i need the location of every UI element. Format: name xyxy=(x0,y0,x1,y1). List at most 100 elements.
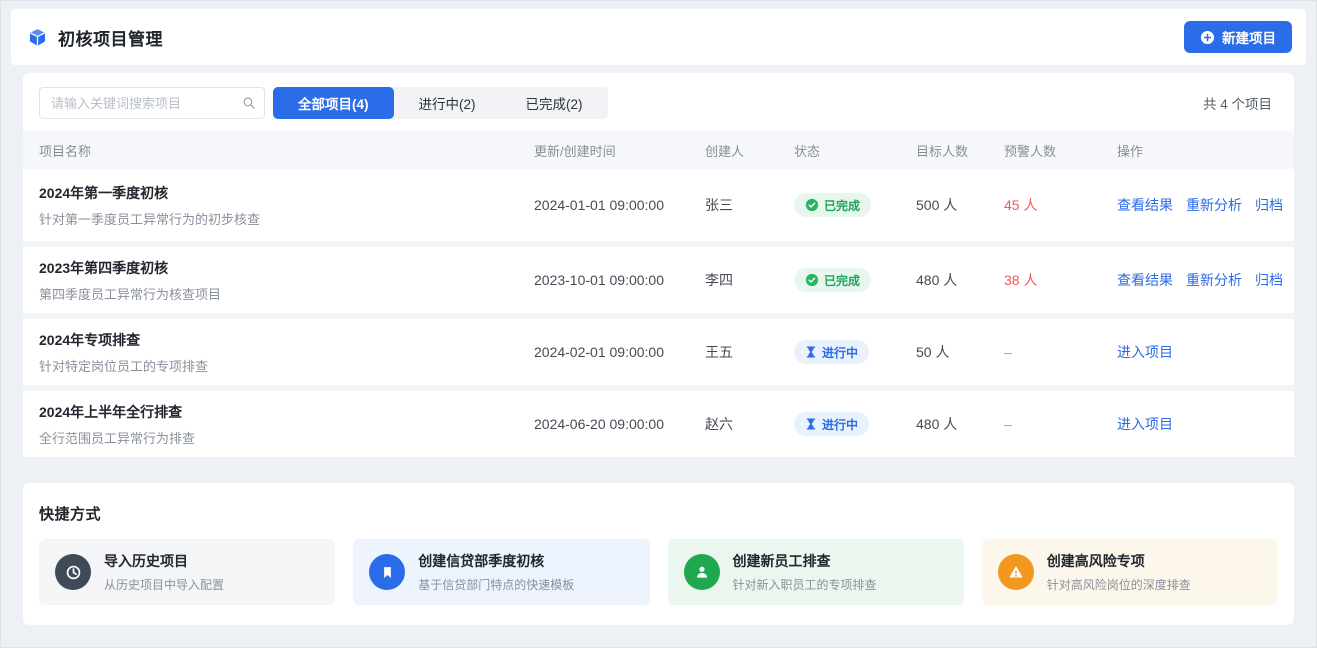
column-header: 更新/创建时间 xyxy=(534,141,705,160)
toolbar: 全部项目(4)进行中(2)已完成(2) 共 4 个项目 xyxy=(23,73,1294,131)
filter-tabs: 全部项目(4)进行中(2)已完成(2) xyxy=(273,87,608,119)
table-header: 项目名称更新/创建时间创建人状态目标人数预警人数操作 xyxy=(23,131,1294,169)
shortcut-text: 创建高风险专项针对高风险岗位的深度排查 xyxy=(1047,551,1191,593)
column-header: 创建人 xyxy=(705,141,794,160)
shortcut-text: 创建新员工排查针对新入职员工的专项排查 xyxy=(733,551,877,593)
table-row: 2024年第一季度初核针对第一季度员工异常行为的初步核查2024-01-01 0… xyxy=(23,169,1294,241)
status-badge: 进行中 xyxy=(794,412,869,436)
status-badge: 进行中 xyxy=(794,340,869,364)
action-link[interactable]: 重新分析 xyxy=(1186,195,1242,215)
project-list-card: 全部项目(4)进行中(2)已完成(2) 共 4 个项目 项目名称更新/创建时间创… xyxy=(23,73,1294,457)
topbar-left: 初核项目管理 xyxy=(25,25,163,50)
column-header: 目标人数 xyxy=(916,141,1004,160)
row-actions: 查看结果重新分析归档 xyxy=(1117,270,1294,290)
table-row: 2024年上半年全行排查全行范围员工异常行为排查2024-06-20 09:00… xyxy=(23,385,1294,457)
column-header: 项目名称 xyxy=(23,141,534,160)
shortcut-title: 导入历史项目 xyxy=(104,551,224,571)
project-desc: 全行范围员工异常行为排查 xyxy=(39,428,534,447)
warning-count: – xyxy=(1004,416,1117,432)
row-actions: 进入项目 xyxy=(1117,342,1294,362)
tab-all[interactable]: 全部项目(4) xyxy=(273,87,394,119)
project-status-cell: 已完成 xyxy=(794,268,916,292)
shortcut-title: 创建信贷部季度初核 xyxy=(418,551,574,571)
shortcut-card-credit-quarterly[interactable]: 创建信贷部季度初核基于信贷部门特点的快速模板 xyxy=(353,539,649,605)
app-logo-cube-icon xyxy=(25,25,49,49)
column-header: 操作 xyxy=(1117,141,1294,160)
status-label: 进行中 xyxy=(822,344,858,361)
project-status-cell: 进行中 xyxy=(794,412,916,436)
table-body: 2024年第一季度初核针对第一季度员工异常行为的初步核查2024-01-01 0… xyxy=(23,169,1294,457)
plus-circle-icon xyxy=(1200,30,1215,45)
shortcut-row: 导入历史项目从历史项目中导入配置创建信贷部季度初核基于信贷部门特点的快速模板创建… xyxy=(39,539,1278,605)
warning-icon xyxy=(998,554,1034,590)
search-box xyxy=(39,87,265,119)
warning-count: 38 人 xyxy=(1004,270,1117,290)
project-desc: 第四季度员工异常行为核查项目 xyxy=(39,284,534,303)
page-title: 初核项目管理 xyxy=(58,25,163,50)
project-creator: 张三 xyxy=(705,195,794,215)
shortcut-title: 创建高风险专项 xyxy=(1047,551,1191,571)
target-count: 500 人 xyxy=(916,195,1004,215)
project-name-cell: 2024年第一季度初核针对第一季度员工异常行为的初步核查 xyxy=(23,183,534,228)
target-count: 480 人 xyxy=(916,414,1004,434)
page: 初核项目管理 新建项目 全部项目(4 xyxy=(0,0,1317,648)
project-desc: 针对第一季度员工异常行为的初步核查 xyxy=(39,209,534,228)
project-time: 2023-10-01 09:00:00 xyxy=(534,272,705,288)
bookmark-icon xyxy=(369,554,405,590)
project-name-cell: 2023年第四季度初核第四季度员工异常行为核查项目 xyxy=(23,258,534,303)
status-badge: 已完成 xyxy=(794,193,871,217)
check-circle-icon xyxy=(805,198,819,212)
target-count: 50 人 xyxy=(916,342,1004,362)
status-label: 已完成 xyxy=(824,197,860,214)
action-link[interactable]: 查看结果 xyxy=(1117,195,1173,215)
new-project-button[interactable]: 新建项目 xyxy=(1184,21,1292,53)
topbar: 初核项目管理 新建项目 xyxy=(11,9,1306,65)
project-creator: 王五 xyxy=(705,342,794,362)
action-link[interactable]: 归档 xyxy=(1255,270,1283,290)
clock-icon xyxy=(55,554,91,590)
check-circle-icon xyxy=(805,273,819,287)
status-label: 已完成 xyxy=(824,272,860,289)
tab-in-progress[interactable]: 进行中(2) xyxy=(394,87,501,119)
project-creator: 赵六 xyxy=(705,414,794,434)
table-row: 2023年第四季度初核第四季度员工异常行为核查项目2023-10-01 09:0… xyxy=(23,241,1294,313)
shortcuts-card: 快捷方式 导入历史项目从历史项目中导入配置 创建信贷部季度初核基于信贷部门特点的快… xyxy=(23,483,1294,625)
action-link[interactable]: 重新分析 xyxy=(1186,270,1242,290)
project-time: 2024-01-01 09:00:00 xyxy=(534,197,705,213)
search-icon[interactable] xyxy=(242,96,256,110)
project-name: 2024年第一季度初核 xyxy=(39,183,534,203)
shortcut-card-new-employee[interactable]: 创建新员工排查针对新入职员工的专项排查 xyxy=(668,539,964,605)
project-name-cell: 2024年上半年全行排查全行范围员工异常行为排查 xyxy=(23,402,534,447)
shortcut-text: 导入历史项目从历史项目中导入配置 xyxy=(104,551,224,593)
tab-completed[interactable]: 已完成(2) xyxy=(501,87,608,119)
shortcut-title: 创建新员工排查 xyxy=(733,551,877,571)
shortcuts-title: 快捷方式 xyxy=(39,503,1278,524)
project-creator: 李四 xyxy=(705,270,794,290)
action-link[interactable]: 查看结果 xyxy=(1117,270,1173,290)
user-icon xyxy=(684,554,720,590)
action-link[interactable]: 归档 xyxy=(1255,195,1283,215)
project-status-cell: 已完成 xyxy=(794,193,916,217)
shortcut-desc: 针对新入职员工的专项排查 xyxy=(733,576,877,593)
project-status-cell: 进行中 xyxy=(794,340,916,364)
project-name: 2024年专项排查 xyxy=(39,330,534,350)
hourglass-icon xyxy=(805,346,817,358)
column-header: 预警人数 xyxy=(1004,141,1117,160)
shortcut-card-import-history[interactable]: 导入历史项目从历史项目中导入配置 xyxy=(39,539,335,605)
project-count: 共 4 个项目 xyxy=(1203,93,1276,113)
project-time: 2024-06-20 09:00:00 xyxy=(534,416,705,432)
row-actions: 进入项目 xyxy=(1117,414,1294,434)
project-name-cell: 2024年专项排查针对特定岗位员工的专项排查 xyxy=(23,330,534,375)
action-link[interactable]: 进入项目 xyxy=(1117,342,1173,362)
search-input[interactable] xyxy=(39,87,265,119)
shortcut-desc: 基于信贷部门特点的快速模板 xyxy=(418,576,574,593)
new-project-label: 新建项目 xyxy=(1222,27,1276,47)
project-time: 2024-02-01 09:00:00 xyxy=(534,344,705,360)
shortcut-desc: 针对高风险岗位的深度排查 xyxy=(1047,576,1191,593)
action-link[interactable]: 进入项目 xyxy=(1117,414,1173,434)
table-row: 2024年专项排查针对特定岗位员工的专项排查2024-02-01 09:00:0… xyxy=(23,313,1294,385)
warning-count: 45 人 xyxy=(1004,195,1117,215)
shortcut-card-high-risk[interactable]: 创建高风险专项针对高风险岗位的深度排查 xyxy=(982,539,1278,605)
project-name: 2023年第四季度初核 xyxy=(39,258,534,278)
shortcut-text: 创建信贷部季度初核基于信贷部门特点的快速模板 xyxy=(418,551,574,593)
